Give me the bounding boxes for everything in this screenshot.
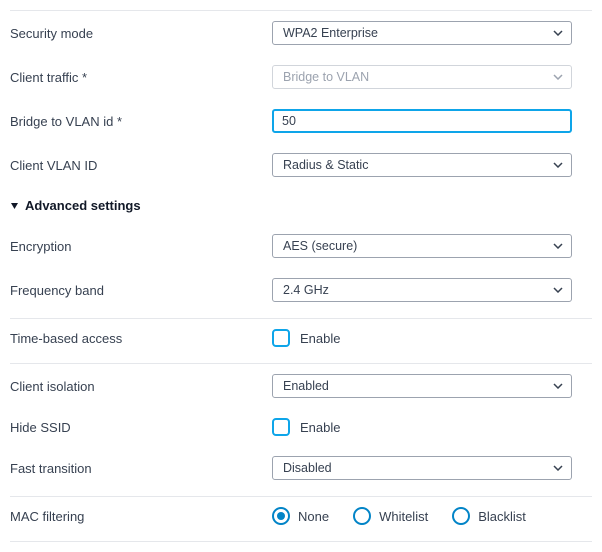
checkbox-label: Enable (300, 420, 340, 435)
row-time-based-access: Time-based access Enable (10, 319, 592, 357)
select-client-traffic: Bridge to VLAN (272, 65, 572, 89)
select-client-vlan-id[interactable]: Radius & Static (272, 153, 572, 177)
row-mac-filtering: MAC filtering None Whitelist Blacklist (10, 497, 592, 535)
row-encryption: Encryption AES (secure) (10, 224, 592, 268)
radio-blacklist[interactable]: Blacklist (452, 507, 526, 525)
label-client-isolation: Client isolation (10, 379, 272, 394)
chevron-down-icon (553, 30, 563, 36)
label-time-based-access: Time-based access (10, 331, 272, 346)
chevron-down-icon (553, 162, 563, 168)
select-value: WPA2 Enterprise (283, 26, 378, 40)
row-client-isolation: Client isolation Enabled (10, 364, 592, 408)
label-client-vlan-id: Client VLAN ID (10, 158, 272, 173)
select-encryption[interactable]: AES (secure) (272, 234, 572, 258)
radio-label: Whitelist (379, 509, 428, 524)
select-client-isolation[interactable]: Enabled (272, 374, 572, 398)
chevron-down-icon (553, 74, 563, 80)
row-client-vlan-id: Client VLAN ID Radius & Static (10, 143, 592, 187)
select-value: AES (secure) (283, 239, 357, 253)
select-fast-transition[interactable]: Disabled (272, 456, 572, 480)
select-value: Enabled (283, 379, 329, 393)
select-frequency-band[interactable]: 2.4 GHz (272, 278, 572, 302)
label-client-traffic: Client traffic * (10, 70, 272, 85)
radio-none[interactable]: None (272, 507, 329, 525)
radio-whitelist[interactable]: Whitelist (353, 507, 428, 525)
radio-label: Blacklist (478, 509, 526, 524)
label-mac-filtering: MAC filtering (10, 509, 272, 524)
chevron-down-icon (553, 287, 563, 293)
advanced-settings-label: Advanced settings (25, 198, 141, 213)
divider (10, 541, 592, 542)
checkbox-label: Enable (300, 331, 340, 346)
checkbox-time-based-access[interactable] (272, 329, 290, 347)
triangle-down-icon (10, 198, 19, 213)
select-value: 2.4 GHz (283, 283, 329, 297)
select-value: Radius & Static (283, 158, 368, 172)
label-fast-transition: Fast transition (10, 461, 272, 476)
radio-icon (452, 507, 470, 525)
label-frequency-band: Frequency band (10, 283, 272, 298)
row-hide-ssid: Hide SSID Enable (10, 408, 592, 446)
label-security-mode: Security mode (10, 26, 272, 41)
radio-group-mac-filtering: None Whitelist Blacklist (272, 507, 526, 525)
label-bridge-vlan-id: Bridge to VLAN id * (10, 114, 272, 129)
label-encryption: Encryption (10, 239, 272, 254)
checkbox-hide-ssid[interactable] (272, 418, 290, 436)
row-frequency-band: Frequency band 2.4 GHz (10, 268, 592, 312)
radio-icon (272, 507, 290, 525)
row-client-traffic: Client traffic * Bridge to VLAN (10, 55, 592, 99)
radio-icon (353, 507, 371, 525)
chevron-down-icon (553, 243, 563, 249)
radio-label: None (298, 509, 329, 524)
input-bridge-vlan-id[interactable] (272, 109, 572, 133)
select-security-mode[interactable]: WPA2 Enterprise (272, 21, 572, 45)
row-security-mode: Security mode WPA2 Enterprise (10, 11, 592, 55)
label-hide-ssid: Hide SSID (10, 420, 272, 435)
row-fast-transition: Fast transition Disabled (10, 446, 592, 490)
row-bridge-vlan-id: Bridge to VLAN id * (10, 99, 592, 143)
advanced-settings-header[interactable]: Advanced settings (10, 187, 592, 224)
select-value: Disabled (283, 461, 332, 475)
chevron-down-icon (553, 465, 563, 471)
chevron-down-icon (553, 383, 563, 389)
select-value: Bridge to VLAN (283, 70, 369, 84)
